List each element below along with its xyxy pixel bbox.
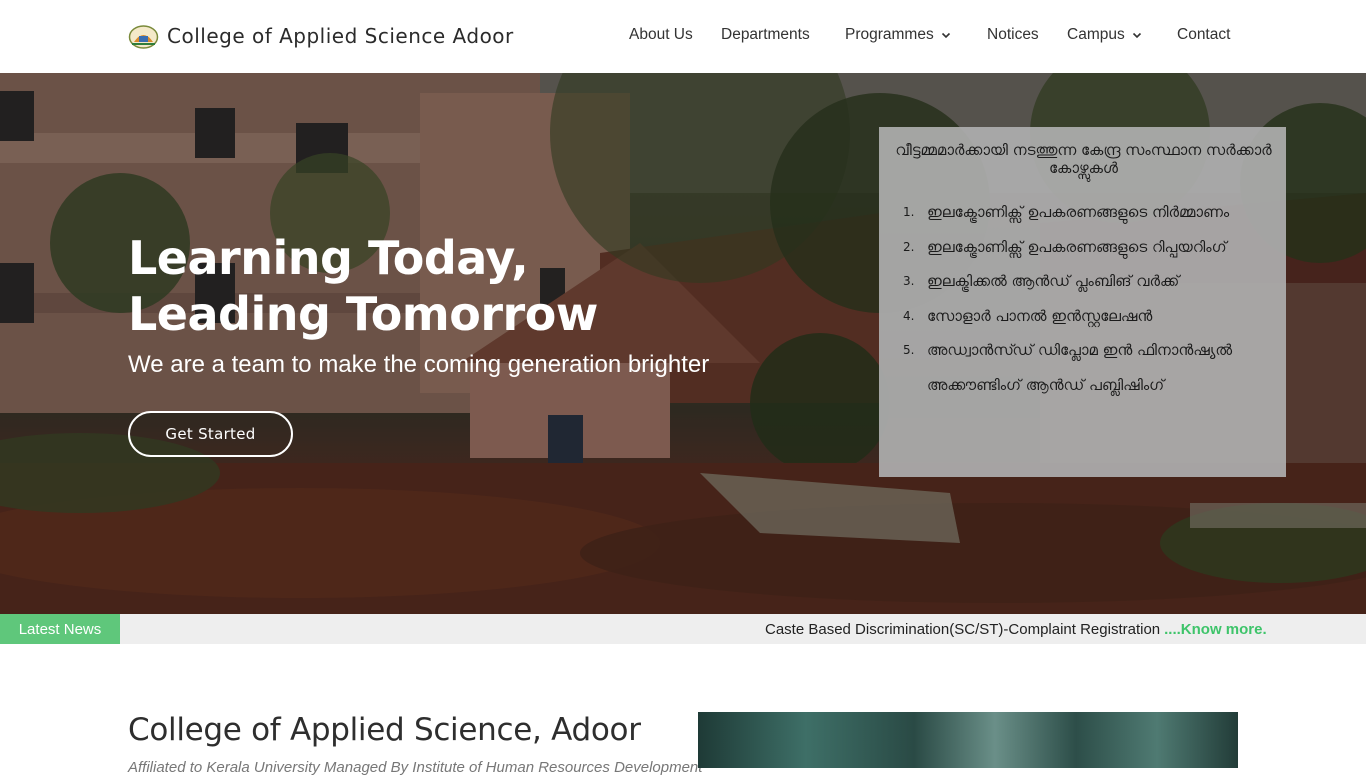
list-number: 2. [903,239,915,254]
nav-label: Departments [721,26,810,43]
list-text: ഇലക്ട്രോണിക്സ് ഉപകരണങ്ങളുടെ റിപ്പയറിംഗ് [927,237,1227,256]
list-item: 5. അഡ്വാൻസ്ഡ് ഡിപ്ലോമ ഇൻ ഫിനാൻഷ്യൽ അക്കൗണ… [893,333,1274,402]
list-text: ഇലക്ട്രിക്കൽ ആൻഡ് പ്ലംബിങ് വർക്ക് [927,272,1180,290]
notice-list: 1. ഇലക്ട്രോണിക്സ് ഉപകരണങ്ങളുടെ നിർമ്മാണം … [893,195,1274,402]
list-number: 1. [903,205,915,219]
list-item: 4. സോളാർ പാനൽ ഇൻസ്റ്റലേഷൻ [893,299,1274,334]
nav-programmes[interactable]: Programmes [845,26,951,44]
list-item: 1. ഇലക്ട്രോണിക്സ് ഉപകരണങ്ങളുടെ നിർമ്മാണം [893,195,1274,230]
list-number: 5. [903,343,915,357]
nav-label: Notices [987,26,1039,43]
courses-notice-box: വീട്ടമ്മമാർക്കായി നടത്തുന്ന കേന്ദ്ര സംസ്… [879,127,1286,477]
chevron-down-icon [1132,32,1141,39]
nav-notices[interactable]: Notices [987,26,1039,44]
list-text: അഡ്വാൻസ്ഡ് ഡിപ്ലോമ ഇൻ ഫിനാൻഷ്യൽ അക്കൗണ്ട… [927,341,1233,394]
ticker-item[interactable]: Caste Based Discrimination(SC/ST)-Compla… [765,621,1267,638]
list-item: 3. ഇലക്ട്രിക്കൽ ആൻഡ് പ്ലംബിങ് വർക്ക് [893,264,1274,299]
main-nav: About Us Departments Programmes Notices … [0,26,1366,46]
news-ticker: Latest News Caste Based Discrimination(S… [0,614,1366,644]
hero-subtitle: We are a team to make the coming generat… [128,351,710,378]
ticker-text: Caste Based Discrimination(SC/ST)-Compla… [765,621,1161,638]
list-text: ഇലക്ട്രോണിക്സ് ഉപകരണങ്ങളുടെ നിർമ്മാണം [927,203,1230,221]
list-text: സോളാർ പാനൽ ഇൻസ്റ്റലേഷൻ [927,306,1153,325]
latest-news-label: Latest News [0,614,120,644]
chevron-down-icon [941,32,950,39]
list-item: 2. ഇലക്ട്രോണിക്സ് ഉപകരണങ്ങളുടെ റിപ്പയറിംഗ… [893,230,1274,265]
hero-title: Learning Today, Leading Tomorrow [128,230,598,342]
list-number: 4. [903,308,915,323]
hero-title-line: Leading Tomorrow [128,287,598,341]
hero-banner: Learning Today, Leading Tomorrow We are … [0,73,1366,614]
nav-label: Programmes [845,26,934,43]
nav-label: Contact [1177,26,1231,43]
hero-title-line: Learning Today, [128,231,529,285]
campus-trees-image [698,712,1238,768]
nav-label: About Us [629,26,693,43]
nav-label: Campus [1067,26,1125,43]
nav-campus[interactable]: Campus [1067,26,1142,44]
nav-contact[interactable]: Contact [1177,26,1230,44]
notice-title: വീട്ടമ്മമാർക്കായി നടത്തുന്ന കേന്ദ്ര സംസ്… [895,141,1272,177]
list-number: 3. [903,274,915,288]
know-more-link[interactable]: ....Know more. [1164,621,1267,638]
nav-about-us[interactable]: About Us [629,26,693,44]
college-heading: College of Applied Science, Adoor [128,712,641,748]
nav-departments[interactable]: Departments [721,26,810,44]
site-header: College of Applied Science Adoor About U… [0,0,1366,73]
get-started-button[interactable]: Get Started [128,411,293,457]
